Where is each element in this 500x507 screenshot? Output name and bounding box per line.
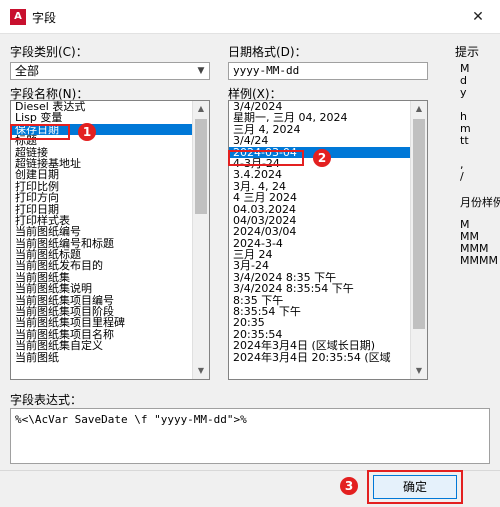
scroll-thumb[interactable] (195, 119, 207, 214)
list-item[interactable]: 2024年3月4日 20:35:54 (区域 (229, 352, 427, 363)
scroll-down-icon[interactable]: ▼ (193, 363, 209, 379)
list-item[interactable]: 打印样式表 (11, 215, 209, 226)
list-item[interactable]: 当前图纸集项目阶段 (11, 306, 209, 317)
hint-row: tt (460, 134, 469, 147)
list-item[interactable]: 当前图纸发布目的 (11, 260, 209, 271)
hints-label: 提示 (455, 45, 480, 59)
list-item[interactable]: 打印方向 (11, 192, 209, 203)
category-label: 字段类别(C)： (10, 45, 88, 59)
list-item[interactable]: 8:35:54 下午 (229, 306, 427, 317)
list-item[interactable]: 2024-3-4 (229, 238, 427, 249)
list-item[interactable]: 20:35 (229, 317, 427, 328)
list-item[interactable]: 创建日期 (11, 169, 209, 180)
list-item[interactable]: 20:35:54 (229, 329, 427, 340)
list-item[interactable]: 当前图纸集项目里程碑 (11, 317, 209, 328)
scroll-up-icon[interactable]: ▲ (411, 101, 427, 117)
list-item[interactable]: Diesel 表达式 (11, 101, 209, 112)
examples-scrollbar[interactable]: ▲ ▼ (410, 101, 427, 379)
highlight-box-date-example (228, 150, 304, 166)
highlight-box-save-date (10, 124, 70, 140)
field-expression-text: %<\AcVar SaveDate \f "yyyy-MM-dd">% (10, 408, 490, 464)
step-badge-1: 1 (78, 123, 96, 141)
scroll-down-icon[interactable]: ▼ (411, 363, 427, 379)
list-item[interactable]: 打印日期 (11, 204, 209, 215)
examples-list[interactable]: 3/4/2024 星期一, 三月 04, 2024 三月 4, 2024 3/4/24… (228, 100, 428, 380)
list-item[interactable]: 当前图纸编号和标题 (11, 238, 209, 249)
list-item[interactable]: 2024/03/04 (229, 226, 427, 237)
list-item[interactable]: 当前图纸标题 (11, 249, 209, 260)
close-button[interactable]: ✕ (456, 0, 500, 34)
list-item[interactable]: 04.03.2024 (229, 204, 427, 215)
list-item[interactable]: 2024年3月4日 (区域长日期) (229, 340, 427, 351)
list-item[interactable]: 当前图纸集 (11, 272, 209, 283)
list-item[interactable]: 当前图纸集项目编号 (11, 295, 209, 306)
list-item[interactable]: 当前图纸集说明 (11, 283, 209, 294)
list-item[interactable]: 打印比例 (11, 181, 209, 192)
window-title: 字段 (32, 11, 57, 25)
list-item[interactable]: 超链接基地址 (11, 158, 209, 169)
hint-row: MMMM (460, 254, 498, 267)
step-badge-3: 3 (340, 477, 358, 495)
list-item[interactable]: 3月-24 (229, 260, 427, 271)
list-item[interactable]: 8:35 下午 (229, 295, 427, 306)
chevron-down-icon: ▼ (197, 66, 205, 76)
list-item[interactable]: 3/4/2024 (229, 101, 427, 112)
autocad-app-icon: A (10, 9, 26, 25)
step-badge-2: 2 (313, 149, 331, 167)
title-bar: A 字段 ✕ (0, 0, 500, 34)
category-dropdown[interactable]: 全部 ▼ (10, 62, 210, 80)
list-item[interactable]: 三月 24 (229, 249, 427, 260)
hint-row: 月份样例 (460, 196, 500, 209)
field-names-list[interactable]: Diesel 表达式 Lisp 变量 保存日期 标题 超链接 超链接基地址 创建日期 打印比例… (10, 100, 210, 380)
hint-row: / (460, 170, 464, 183)
list-item[interactable]: 当前图纸集项目名称 (11, 329, 209, 340)
highlight-box-ok (367, 470, 463, 504)
list-item[interactable]: 3/4/24 (229, 135, 427, 146)
date-format-input[interactable]: yyyy-MM-dd (228, 62, 428, 80)
date-format-label: 日期格式(D)： (228, 45, 307, 59)
list-item[interactable]: 当前图纸集自定义 (11, 340, 209, 351)
field-expression-label: 字段表达式： (10, 393, 83, 407)
list-item[interactable]: 当前图纸 (11, 352, 209, 363)
field-names-scrollbar[interactable]: ▲ ▼ (192, 101, 209, 379)
list-item[interactable]: 3/4/2024 8:35 下午 (229, 272, 427, 283)
list-item[interactable]: 三月 4, 2024 (229, 124, 427, 135)
list-item[interactable]: Lisp 变量 (11, 112, 209, 123)
scroll-thumb[interactable] (413, 119, 425, 329)
hint-row: y (460, 86, 467, 99)
scroll-up-icon[interactable]: ▲ (193, 101, 209, 117)
list-item[interactable]: 当前图纸编号 (11, 226, 209, 237)
list-item[interactable]: 4 三月 2024 (229, 192, 427, 203)
list-item[interactable]: 3月. 4, 24 (229, 181, 427, 192)
list-item[interactable]: 3.4.2024 (229, 169, 427, 180)
category-value: 全部 (15, 64, 40, 78)
list-item[interactable]: 04/03/2024 (229, 215, 427, 226)
list-item[interactable]: 超链接 (11, 147, 209, 158)
list-item[interactable]: 3/4/2024 8:35:54 下午 (229, 283, 427, 294)
list-item[interactable]: 星期一, 三月 04, 2024 (229, 112, 427, 123)
